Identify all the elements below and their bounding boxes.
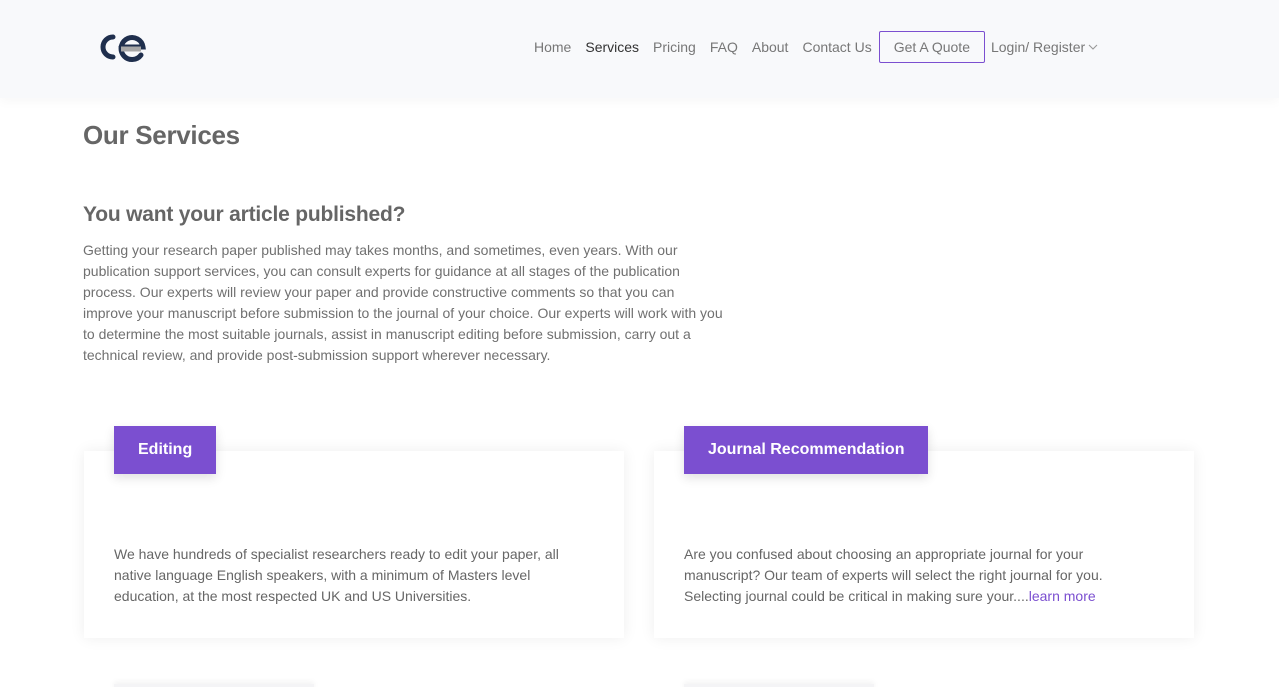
main-navigation: Home Services Pricing FAQ About Contact … <box>534 31 1098 63</box>
get-a-quote-button[interactable]: Get A Quote <box>878 31 985 63</box>
nav-contact-us[interactable]: Contact Us <box>802 39 871 55</box>
learn-more-link[interactable]: learn more <box>1029 588 1096 604</box>
nav-home[interactable]: Home <box>534 39 571 55</box>
site-header: Home Services Pricing FAQ About Contact … <box>0 0 1279 98</box>
page-title: Our Services <box>83 120 240 150</box>
login-register-menu[interactable]: Login/ Register <box>991 39 1098 55</box>
nav-pricing[interactable]: Pricing <box>653 39 696 55</box>
section-subtitle: You want your article published? <box>83 203 406 226</box>
intro-paragraph: Getting your research paper published ma… <box>83 242 723 363</box>
journal-recommendation-card-title: Journal Recommendation <box>684 426 929 474</box>
company-logo[interactable] <box>93 29 155 65</box>
chevron-down-icon <box>1088 44 1098 50</box>
journal-recommendation-card-text: Are you confused about choosing an appro… <box>684 544 1154 607</box>
nav-faq[interactable]: FAQ <box>710 39 738 55</box>
editing-card-title: Editing <box>114 426 217 474</box>
login-register-label: Login/ Register <box>990 39 1086 55</box>
nav-about[interactable]: About <box>752 39 789 55</box>
editing-card-text: We have hundreds of specialist researche… <box>114 546 559 604</box>
nav-services[interactable]: Services <box>585 39 639 55</box>
